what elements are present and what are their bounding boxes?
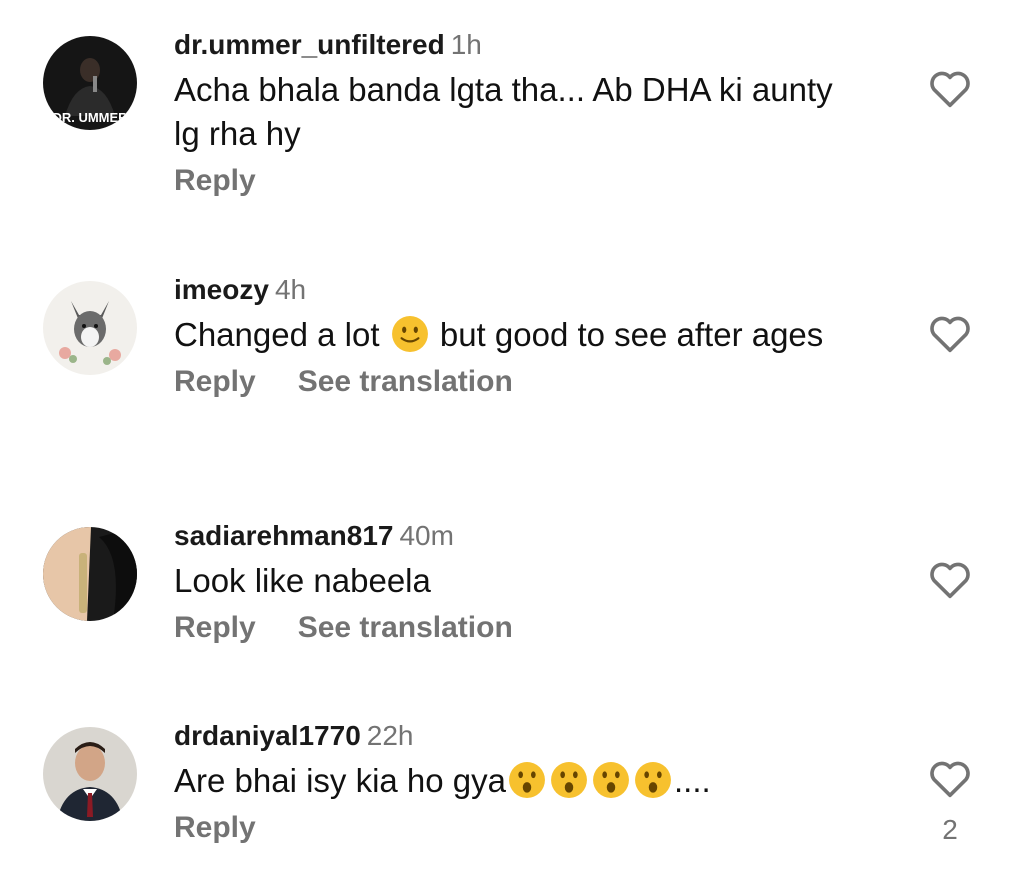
reply-button[interactable]: Reply [174,811,256,844]
comment-text: Changed a lot but good to see after ages [174,313,864,357]
avatar-logo-text: DR. UMMER [52,110,128,125]
comment-text-part: Are bhai isy kia ho gya [174,762,507,799]
comment-text: Look like nabeela [174,562,431,599]
hushed-face-icon [593,762,629,798]
heart-icon[interactable] [928,758,972,798]
username[interactable]: dr.ummer_unfiltered [174,29,445,60]
avatar-image [43,527,137,621]
see-translation-button[interactable]: See translation [298,365,513,398]
avatar[interactable] [43,727,137,821]
hushed-face-icon [635,762,671,798]
heart-icon[interactable] [928,313,972,353]
avatar[interactable] [43,527,137,621]
timestamp: 40m [399,520,454,551]
avatar-image [43,727,137,821]
comment-text: Acha bhala banda lgta tha... Ab DHA ki a… [174,71,833,152]
username[interactable]: imeozy [174,274,269,305]
avatar-image [43,281,137,375]
comment-text-part: .... [674,762,711,799]
username[interactable]: sadiarehman817 [174,520,393,551]
see-translation-button[interactable]: See translation [298,611,513,644]
timestamp: 22h [366,720,414,751]
comment-text-part: but good to see after ages [430,316,824,353]
timestamp: 4h [274,274,307,305]
heart-icon[interactable] [928,68,972,108]
slightly-smiling-face-icon [391,316,428,352]
comment-text-part: Changed a lot [174,316,389,353]
reply-button[interactable]: Reply [174,164,256,197]
hushed-face-icon [509,762,545,798]
reply-button[interactable]: Reply [174,611,256,644]
timestamp: 1h [450,29,482,60]
avatar[interactable]: DR. UMMER [43,36,137,130]
avatar[interactable] [43,281,137,375]
hushed-face-icon [551,762,587,798]
username[interactable]: drdaniyal1770 [174,720,361,751]
reply-button[interactable]: Reply [174,365,256,398]
like-count: 2 [942,814,958,845]
comment-text: Are bhai isy kia ho gya.... [174,759,874,803]
avatar-image: DR. UMMER [43,36,137,130]
heart-icon[interactable] [928,559,972,599]
